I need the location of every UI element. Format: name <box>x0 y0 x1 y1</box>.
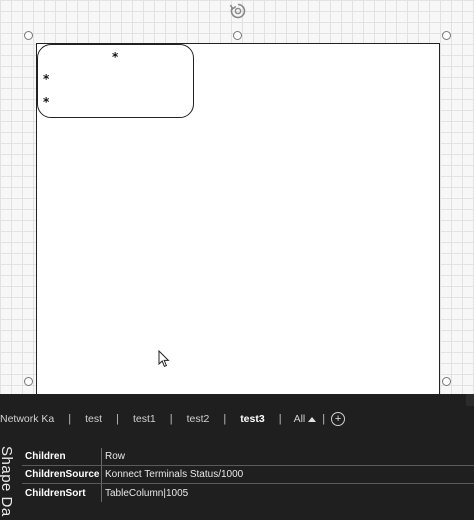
scrollbar[interactable] <box>466 394 474 406</box>
table-row[interactable]: ChildrenSort TableColumn|1005 <box>22 484 474 502</box>
inner-shape-marker: * <box>43 72 50 86</box>
selection-handle-top-center[interactable] <box>233 31 242 40</box>
tab-all-label: All <box>293 413 306 425</box>
selection-handle-top-right[interactable] <box>442 31 451 40</box>
plus-circle-icon[interactable]: + <box>331 412 346 426</box>
bottom-panel: Network Ka | test | test1 | test2 | test… <box>0 394 474 520</box>
shape-data-table: Children Row ChildrenSource Konnect Term… <box>22 448 474 502</box>
selection-handle-bottom-right[interactable] <box>442 377 451 386</box>
tab-test1[interactable]: test1 <box>119 413 170 425</box>
table-row[interactable]: Children Row <box>22 448 474 466</box>
triangle-up-icon <box>308 416 317 422</box>
property-key: ChildrenSource <box>22 466 102 483</box>
tab-test3[interactable]: test3 <box>226 413 279 425</box>
selection-handle-bottom-left[interactable] <box>24 377 33 386</box>
shape-data-panel-title: Shape Da <box>0 446 15 517</box>
selection-handle-top-left[interactable] <box>24 31 33 40</box>
tab-test2[interactable]: test2 <box>173 413 224 425</box>
property-value[interactable]: Konnect Terminals Status/1000 <box>102 469 243 480</box>
property-key: ChildrenSort <box>22 484 102 502</box>
tab-network-ka[interactable]: Network Ka <box>0 413 68 425</box>
table-row[interactable]: ChildrenSource Konnect Terminals Status/… <box>22 466 474 484</box>
page-tabs-bar: Network Ka | test | test1 | test2 | test… <box>0 407 474 431</box>
drawing-canvas[interactable]: * * * <box>0 0 474 394</box>
tab-test[interactable]: test <box>71 413 116 425</box>
inner-shape-marker: * <box>112 50 119 64</box>
property-value[interactable]: TableColumn|1005 <box>102 488 188 499</box>
mouse-pointer-icon <box>158 350 170 368</box>
tab-all-dropdown[interactable]: All <box>282 413 323 425</box>
inner-shape-marker: * <box>43 95 50 109</box>
property-key: Children <box>22 448 102 465</box>
property-value[interactable]: Row <box>102 451 125 462</box>
tab-separator: | <box>322 413 326 425</box>
rotate-handle-icon[interactable] <box>229 2 247 20</box>
